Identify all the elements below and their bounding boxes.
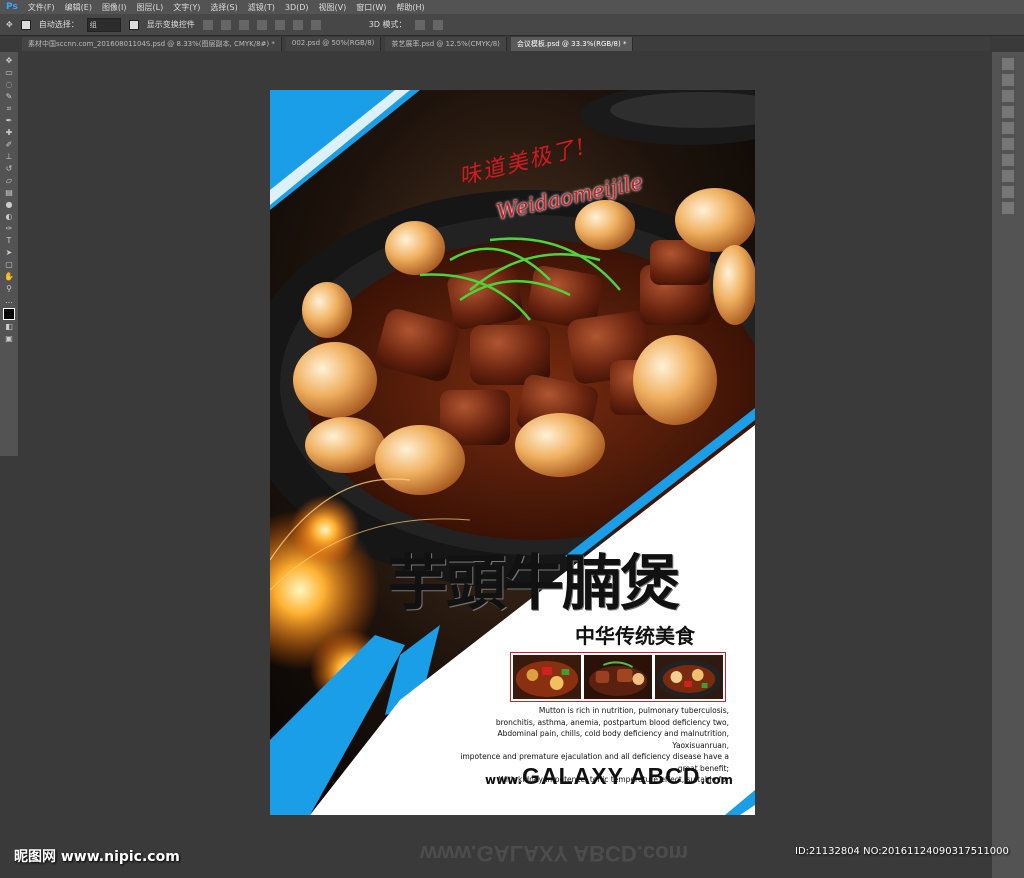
more-tools-icon[interactable]: … [4, 296, 14, 306]
website-suffix: .com [700, 773, 733, 787]
zoom-icon[interactable]: ⚲ [4, 284, 14, 294]
history-panel-icon[interactable] [1002, 58, 1014, 70]
thumbnail-2 [584, 655, 652, 699]
menu-image[interactable]: 图像(I) [102, 2, 127, 13]
paragraph-panel-icon[interactable] [1002, 154, 1014, 166]
paths-panel-icon[interactable] [1002, 202, 1014, 214]
blur-icon[interactable]: ● [4, 200, 14, 210]
stamp-icon[interactable]: ⊥ [4, 152, 14, 162]
menu-filter[interactable]: 滤镜(T) [248, 2, 275, 13]
options-bar: ✥ 自动选择： 组 显示变换控件 3D 模式： [0, 14, 1024, 36]
tab-document-4[interactable]: 会议模板.psd @ 33.3%(RGB/8) * [510, 37, 634, 51]
eraser-icon[interactable]: ▱ [4, 176, 14, 186]
menu-select[interactable]: 选择(S) [210, 2, 237, 13]
crop-icon[interactable]: ⌗ [4, 104, 14, 114]
lasso-icon[interactable]: ◌ [4, 80, 14, 90]
shape-icon[interactable]: ▢ [4, 260, 14, 270]
auto-select-checkbox[interactable] [20, 19, 31, 30]
align-left-icon[interactable] [256, 19, 267, 30]
color-panel-icon[interactable] [1002, 90, 1014, 102]
screen-mode-icon[interactable]: ▣ [4, 334, 14, 344]
gradient-icon[interactable]: ▤ [4, 188, 14, 198]
hand-icon[interactable]: ✋ [4, 272, 14, 282]
quick-select-icon[interactable]: ✎ [4, 92, 14, 102]
auto-select-dropdown[interactable]: 组 [86, 17, 121, 32]
menu-view[interactable]: 视图(V) [319, 2, 347, 13]
type-icon[interactable]: T [4, 236, 14, 246]
color-swatch-icon[interactable] [3, 308, 15, 320]
menu-3d[interactable]: 3D(D) [285, 3, 309, 12]
3d-pan-icon[interactable] [432, 19, 443, 30]
distribute-icon[interactable] [310, 19, 321, 30]
description-line-3: Abdominal pain, chills, cold body defici… [497, 729, 729, 750]
description-line-2: bronchitis, asthma, anemia, postpartum b… [495, 717, 729, 727]
styles-panel-icon[interactable] [1002, 122, 1014, 134]
history-brush-icon[interactable]: ↺ [4, 164, 14, 174]
poster-document[interactable]: 味道美极了! Weidaomeijile 芋頭牛腩煲 中华传统美食 Mutton… [270, 90, 755, 815]
tab-document-3[interactable]: 茶艺展率.psd @ 12.5%(CMYK/8) [385, 37, 507, 51]
tab-document-1[interactable]: 素材中国sccnn.com_20160801104S.psd @ 8.33%(图… [22, 37, 282, 51]
character-panel-icon[interactable] [1002, 138, 1014, 150]
move-icon[interactable]: ✥ [4, 56, 14, 66]
menu-bar: Ps 文件(F) 编辑(E) 图像(I) 图层(L) 文字(Y) 选择(S) 滤… [0, 0, 1024, 14]
align-bottom-icon[interactable] [238, 19, 249, 30]
align-middle-icon[interactable] [220, 19, 231, 30]
align-top-icon[interactable] [202, 19, 213, 30]
healing-icon[interactable]: ✚ [4, 128, 14, 138]
mode-3d-label: 3D 模式： [368, 20, 407, 29]
dish-title: 芋頭牛腩煲 [388, 549, 680, 619]
thumbnail-1 [513, 655, 581, 699]
3d-rotate-icon[interactable] [414, 19, 425, 30]
description-line-1: Mutton is rich in nutrition, pulmonary t… [538, 706, 729, 715]
show-transform-checkbox[interactable] [128, 19, 139, 30]
menu-layer[interactable]: 图层(L) [137, 2, 164, 13]
adjustments-panel-icon[interactable] [1002, 74, 1014, 86]
menu-file[interactable]: 文件(F) [28, 2, 55, 13]
show-transform-label: 显示变换控件 [146, 20, 195, 29]
website-prefix: www. [485, 773, 523, 787]
poster-reflection: www.GALAXY ABCD.com [420, 840, 740, 870]
website-main: GALAXY ABCD [522, 763, 701, 789]
thumbnail-strip [510, 652, 726, 702]
menu-edit[interactable]: 编辑(E) [65, 2, 92, 13]
tools-panel: ✥ ▭ ◌ ✎ ⌗ ✒ ✚ ✐ ⊥ ↺ ▱ ▤ ● ◐ ✑ T ➤ ▢ ✋ ⚲ … [0, 52, 18, 456]
marquee-icon[interactable]: ▭ [4, 68, 14, 78]
auto-select-label: 自动选择： [38, 20, 79, 29]
photoshop-logo: Ps [6, 2, 18, 12]
website-text: www.GALAXY ABCD.com [485, 763, 733, 790]
eyedropper-icon[interactable]: ✒ [4, 116, 14, 126]
channels-panel-icon[interactable] [1002, 186, 1014, 198]
watermark-left: 昵图网 www.nipic.com [14, 849, 180, 865]
dish-subtitle: 中华传统美食 [575, 624, 695, 648]
watermark-right: ID:21132804 NO:20161124090317511000 [795, 846, 1009, 857]
quick-mask-icon[interactable]: ◧ [4, 322, 14, 332]
dodge-icon[interactable]: ◐ [4, 212, 14, 222]
document-tabs: 素材中国sccnn.com_20160801104S.psd @ 8.33%(图… [22, 37, 990, 51]
tab-document-2[interactable]: 002.psd @ 50%(RGB/8) [285, 37, 382, 51]
align-right-icon[interactable] [292, 19, 303, 30]
thumbnail-3 [655, 655, 723, 699]
right-panel-dock [992, 52, 1024, 878]
menu-type[interactable]: 文字(Y) [173, 2, 200, 13]
menu-window[interactable]: 窗口(W) [356, 2, 386, 13]
reflection-text: www.GALAXY ABCD.com [420, 841, 689, 866]
brush-icon[interactable]: ✐ [4, 140, 14, 150]
align-center-icon[interactable] [274, 19, 285, 30]
swatches-panel-icon[interactable] [1002, 106, 1014, 118]
pen-icon[interactable]: ✑ [4, 224, 14, 234]
menu-help[interactable]: 帮助(H) [396, 2, 424, 13]
layers-panel-icon[interactable] [1002, 170, 1014, 182]
move-tool-icon[interactable]: ✥ [6, 20, 13, 29]
path-select-icon[interactable]: ➤ [4, 248, 14, 258]
